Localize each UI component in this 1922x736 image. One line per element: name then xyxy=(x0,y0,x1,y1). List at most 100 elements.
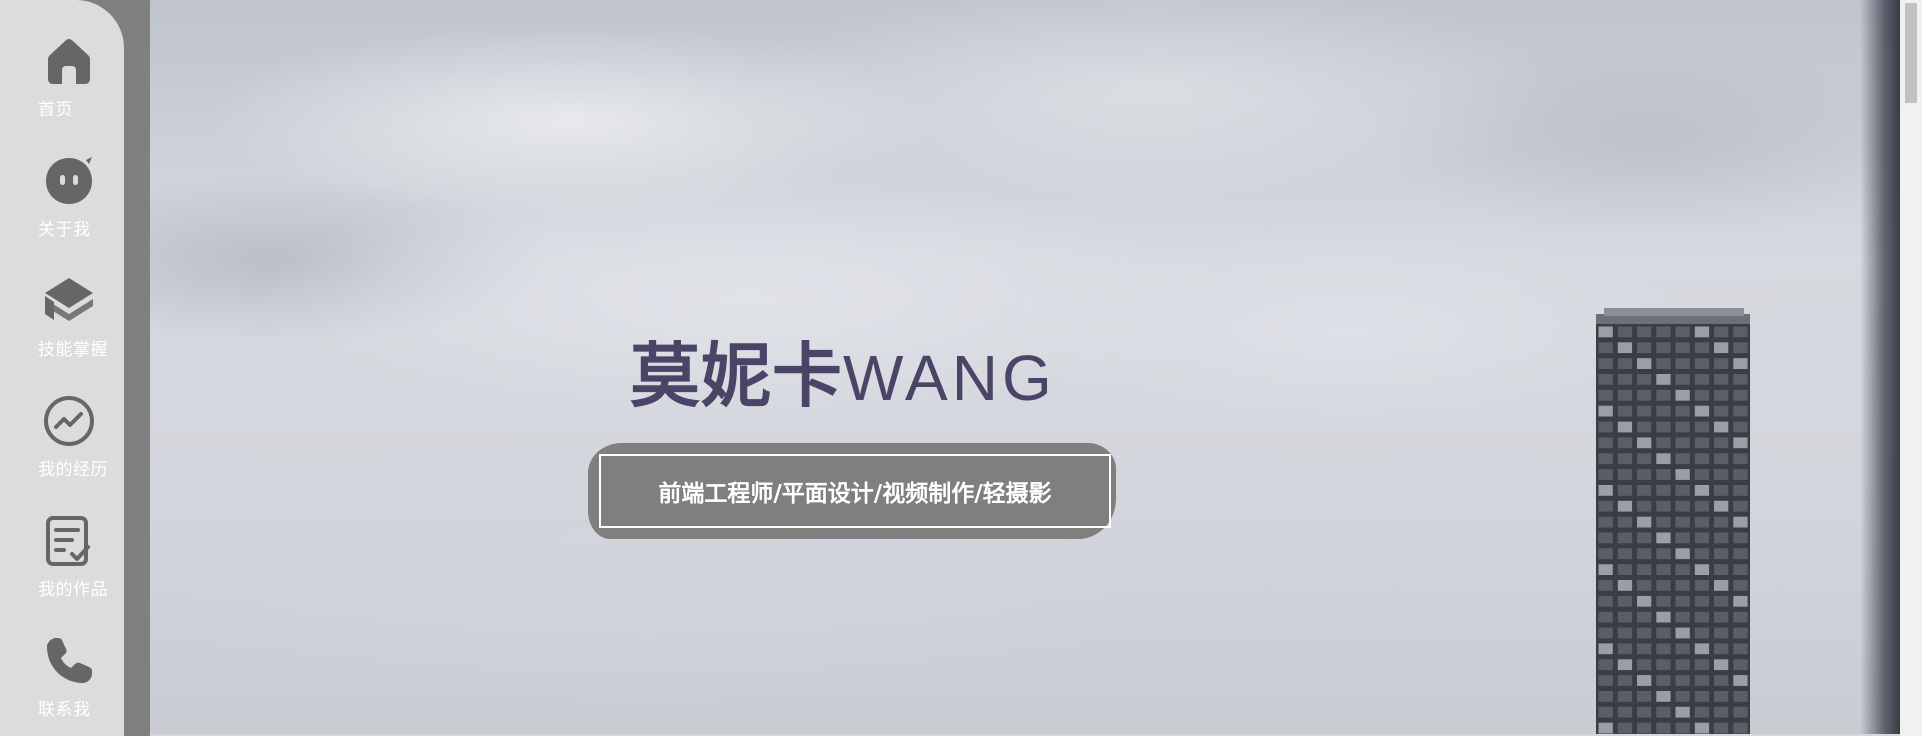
building-window xyxy=(1637,548,1652,560)
home-icon xyxy=(42,34,96,88)
building-window xyxy=(1656,500,1671,512)
building-window xyxy=(1598,405,1613,417)
building-window xyxy=(1637,580,1652,591)
sidebar-item-label: 我的作品 xyxy=(38,580,108,600)
sidebar-item-contact[interactable]: 联系我 xyxy=(0,600,124,720)
building-window xyxy=(1733,326,1748,338)
building-window xyxy=(1637,469,1652,480)
hero-edge-shadow xyxy=(1860,0,1900,736)
building-window xyxy=(1694,548,1710,560)
building-window xyxy=(1714,706,1729,718)
building-window xyxy=(1617,643,1633,655)
building-window xyxy=(1617,421,1633,433)
sidebar-item-label: 关于我 xyxy=(38,220,91,240)
building-window xyxy=(1617,516,1633,528)
building-window xyxy=(1656,374,1671,385)
building-window xyxy=(1675,500,1690,512)
building-window xyxy=(1714,437,1729,449)
building-window xyxy=(1656,611,1671,623)
building-window xyxy=(1617,706,1633,718)
building-window xyxy=(1656,564,1671,575)
building-window xyxy=(1598,548,1613,560)
building-window xyxy=(1694,580,1710,591)
building-window xyxy=(1714,595,1729,607)
building-window xyxy=(1714,342,1729,354)
building-window xyxy=(1637,675,1652,686)
sidebar-item-experience[interactable]: 我的经历 xyxy=(0,360,124,480)
sidebar-item-skills[interactable]: 技能掌握 xyxy=(0,240,124,360)
vertical-scrollbar[interactable] xyxy=(1900,0,1922,736)
building-window xyxy=(1598,516,1613,528)
building-window xyxy=(1637,485,1652,496)
building-window xyxy=(1714,611,1729,623)
sidebar-item-label: 首页 xyxy=(38,100,73,120)
sidebar-item-about[interactable]: 关于我 xyxy=(0,120,124,240)
building-window xyxy=(1637,691,1652,702)
building-window xyxy=(1694,326,1710,338)
hero-name-cn: 莫妮卡 xyxy=(630,335,843,418)
scrollbar-thumb[interactable] xyxy=(1905,3,1917,103)
building-window xyxy=(1656,453,1671,465)
building-window xyxy=(1617,374,1633,385)
building-window xyxy=(1733,532,1748,544)
building-window xyxy=(1675,342,1690,354)
building-window xyxy=(1637,437,1652,449)
building-window xyxy=(1637,627,1652,639)
building-window xyxy=(1617,611,1633,623)
building-window xyxy=(1733,374,1748,385)
building-window xyxy=(1714,358,1729,369)
building-window xyxy=(1598,469,1613,480)
phone-icon xyxy=(42,634,96,688)
building-window xyxy=(1694,421,1710,433)
building-window xyxy=(1675,659,1690,671)
building-window xyxy=(1617,564,1633,575)
sidebar-item-works[interactable]: 我的作品 xyxy=(0,480,124,600)
building-window xyxy=(1617,500,1633,512)
building-window xyxy=(1637,532,1652,544)
building-window xyxy=(1637,326,1652,338)
building-window xyxy=(1637,421,1652,433)
building-window xyxy=(1637,453,1652,465)
building-window xyxy=(1598,722,1613,734)
building-window xyxy=(1694,389,1710,401)
sidebar-nav: 首页 关于我 技能掌握 我的经历 我的作品 联系我 xyxy=(0,0,124,736)
tagline-box: 前端工程师/平面设计/视频制作/轻摄影 xyxy=(599,454,1111,528)
building-window xyxy=(1694,564,1710,575)
building-window xyxy=(1714,453,1729,465)
building-window xyxy=(1617,453,1633,465)
building-window xyxy=(1637,706,1652,718)
layers-icon xyxy=(42,274,96,328)
building-window xyxy=(1598,437,1613,449)
building-window xyxy=(1694,516,1710,528)
building-window xyxy=(1733,389,1748,401)
building-window xyxy=(1617,485,1633,496)
building-window xyxy=(1598,342,1613,354)
building-window xyxy=(1733,595,1748,607)
hero-banner: 莫妮卡WANG 前端工程师/平面设计/视频制作/轻摄影 xyxy=(150,0,1900,736)
sidebar-item-home[interactable]: 首页 xyxy=(0,0,124,120)
sidebar-item-label: 联系我 xyxy=(38,700,91,720)
building-window xyxy=(1675,643,1690,655)
building-window xyxy=(1617,326,1633,338)
building-window xyxy=(1675,532,1690,544)
building-window xyxy=(1675,469,1690,480)
building-window xyxy=(1598,500,1613,512)
building-window xyxy=(1694,691,1710,702)
building-window xyxy=(1733,358,1748,369)
building-window xyxy=(1694,643,1710,655)
building-window xyxy=(1694,342,1710,354)
building-window xyxy=(1598,358,1613,369)
building-window xyxy=(1694,659,1710,671)
building-window xyxy=(1714,691,1729,702)
building-window xyxy=(1617,659,1633,671)
building-window xyxy=(1598,691,1613,702)
building-window xyxy=(1675,326,1690,338)
building-window xyxy=(1637,516,1652,528)
building-window xyxy=(1656,389,1671,401)
building-window xyxy=(1675,627,1690,639)
building-window xyxy=(1656,485,1671,496)
building-window xyxy=(1637,643,1652,655)
face-icon xyxy=(42,154,96,208)
building-window xyxy=(1656,691,1671,702)
building-window xyxy=(1733,627,1748,639)
